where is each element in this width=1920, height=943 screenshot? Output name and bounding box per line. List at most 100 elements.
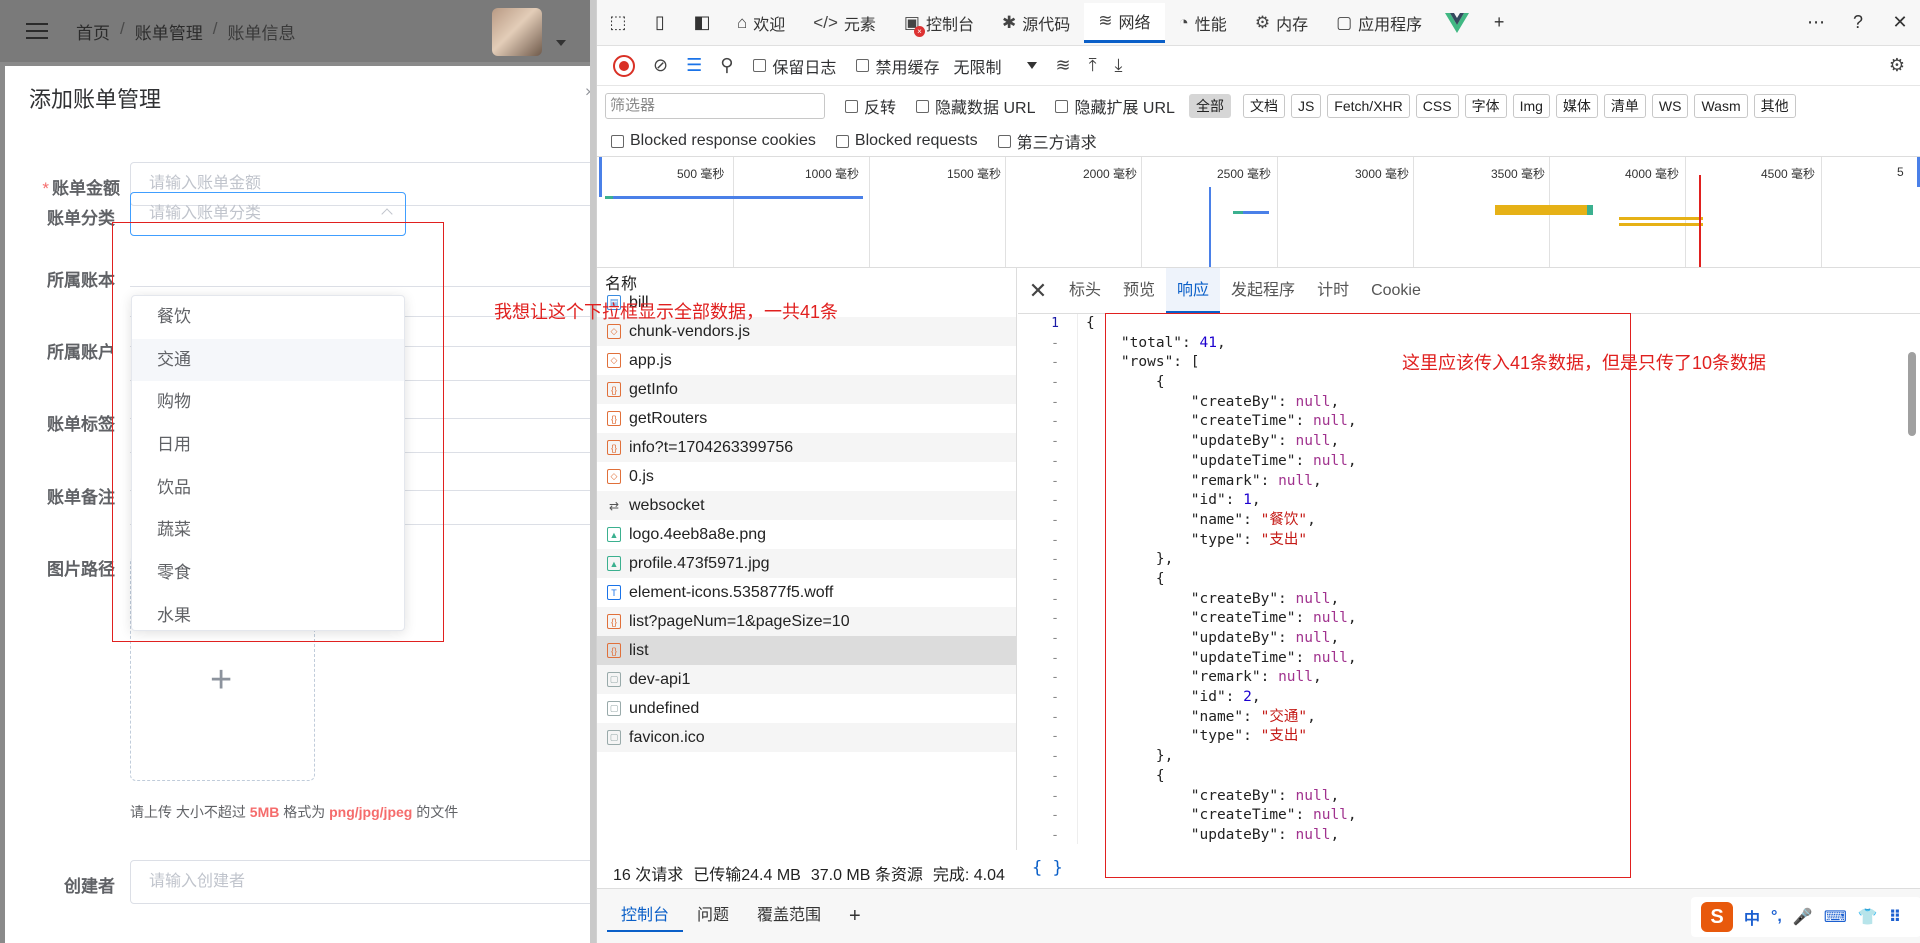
more-icon[interactable]: ⋯ — [1795, 3, 1837, 43]
breadcrumb-bill-mgmt[interactable]: 账单管理 — [135, 19, 203, 44]
preserve-log-checkbox[interactable]: 保留日志 — [753, 54, 836, 78]
tab-timing[interactable]: 计时 — [1306, 268, 1360, 314]
request-row[interactable]: ▲ profile.473f5971.jpg — [597, 549, 1016, 578]
request-row[interactable]: ▢ undefined — [597, 694, 1016, 723]
request-row[interactable]: {} list — [597, 636, 1016, 665]
request-name: undefined — [629, 699, 700, 717]
xhr-file-icon: {} — [607, 614, 621, 629]
request-row[interactable]: {} list?pageNum=1&pageSize=10 — [597, 607, 1016, 636]
type-filter-doc[interactable]: 文档 — [1242, 94, 1285, 118]
tab-welcome[interactable]: ⌂ 欢迎 — [723, 3, 799, 43]
network-conditions-icon[interactable]: ≋ — [1055, 55, 1070, 76]
tab-elements[interactable]: </> 元素 — [799, 3, 890, 43]
ime-lang[interactable]: 中 — [1744, 905, 1760, 929]
request-row[interactable]: ◇ 0.js — [597, 462, 1016, 491]
tab-performance[interactable]: ◔ 性能 — [1165, 3, 1241, 43]
request-row[interactable]: ◇ app.js — [597, 346, 1016, 375]
caret-down-icon[interactable] — [556, 40, 566, 46]
request-row[interactable]: ⇄ websocket — [597, 491, 1016, 520]
request-row[interactable]: ▢ favicon.ico — [597, 723, 1016, 752]
keyboard-icon[interactable]: ⌨ — [1824, 907, 1847, 927]
sidebar-icon[interactable]: ◧ — [681, 3, 723, 43]
type-filter-ws[interactable]: WS — [1651, 94, 1689, 118]
request-row[interactable]: ▢ dev-api1 — [597, 665, 1016, 694]
inspect-icon[interactable]: ⬚ — [597, 3, 639, 43]
avatar[interactable] — [492, 8, 542, 56]
request-name: chunk-vendors.js — [629, 322, 750, 340]
ime-toolbar[interactable]: S 中 °, 🎤 ⌨ 👕 ⠿ — [1691, 897, 1920, 937]
type-filter-xhr[interactable]: Fetch/XHR — [1327, 94, 1410, 118]
vue-icon[interactable] — [1436, 3, 1478, 43]
search-icon[interactable]: ⚲ — [720, 55, 733, 76]
type-filter-img[interactable]: Img — [1512, 94, 1550, 118]
drawer-tab-console[interactable]: 控制台 — [607, 900, 684, 932]
filter-icon[interactable]: ☰ — [686, 55, 702, 76]
timeline-label: 4000 毫秒 — [1625, 167, 1680, 181]
drawer-tab-coverage[interactable]: 覆盖范围 — [743, 900, 835, 932]
tab-sources[interactable]: ✱ 源代码 — [988, 3, 1084, 43]
plus-icon: + — [210, 659, 233, 701]
plain-file-icon: ▢ — [607, 672, 621, 687]
request-row[interactable]: Telement-icons.535877f5.woff — [597, 578, 1016, 607]
third-party-checkbox[interactable]: 第三方请求 — [997, 129, 1097, 153]
upload-icon[interactable]: ⤒ — [1089, 55, 1097, 76]
tab-initiator[interactable]: 发起程序 — [1220, 268, 1306, 314]
request-row[interactable]: {} getRouters — [597, 404, 1016, 433]
drawer-tab-issues[interactable]: 问题 — [683, 900, 743, 932]
help-icon[interactable]: ? — [1837, 3, 1879, 43]
ime-punct[interactable]: °, — [1771, 908, 1782, 926]
creator-input[interactable]: 请输入创建者 — [130, 860, 590, 904]
scrollbar[interactable] — [1907, 322, 1917, 842]
type-filter-manifest[interactable]: 清单 — [1603, 94, 1646, 118]
shirt-icon[interactable]: 👕 — [1858, 907, 1878, 927]
xhr-file-icon: {} — [607, 382, 621, 397]
hide-data-url-checkbox[interactable]: 隐藏数据 URL — [916, 94, 1035, 118]
download-icon[interactable]: ⤓ — [1115, 55, 1123, 76]
remark-label: 账单备注 — [47, 488, 115, 507]
hamburger-icon[interactable] — [26, 23, 48, 39]
type-filter-media[interactable]: 媒体 — [1555, 94, 1598, 118]
type-filter-font[interactable]: 字体 — [1464, 94, 1507, 118]
request-row[interactable]: {} info?t=1704263399756 — [597, 433, 1016, 462]
type-filter-other[interactable]: 其他 — [1753, 94, 1796, 118]
throttle-select[interactable]: 无限制 — [953, 54, 1038, 78]
pretty-print-button[interactable]: { } — [1032, 858, 1063, 878]
request-row[interactable]: {} getInfo — [597, 375, 1016, 404]
request-name: list — [629, 641, 649, 659]
tab-cookies[interactable]: Cookie — [1360, 268, 1432, 314]
clear-icon[interactable]: ⊘ — [653, 55, 668, 76]
record-icon[interactable] — [613, 54, 635, 77]
tab-response[interactable]: 响应 — [1166, 267, 1221, 314]
annotation-dropdown: 我想让这个下拉框显示全部数据，一共41条 — [494, 302, 839, 322]
add-tab-icon[interactable]: + — [1478, 3, 1520, 43]
tab-console[interactable]: ▣ × 控制台 — [890, 3, 988, 43]
breadcrumb-home[interactable]: 首页 — [76, 19, 110, 44]
img-file-icon: ▲ — [607, 556, 621, 571]
type-filter-css[interactable]: CSS — [1415, 94, 1459, 118]
close-detail-icon[interactable]: ✕ — [1018, 278, 1058, 304]
close-devtools-icon[interactable]: ✕ — [1879, 3, 1920, 43]
request-name: 0.js — [629, 467, 654, 485]
tab-application[interactable]: ▢ 应用程序 — [1322, 3, 1436, 43]
type-filter-wasm[interactable]: Wasm — [1694, 94, 1748, 118]
blocked-requests-checkbox[interactable]: Blocked requests — [835, 132, 978, 150]
tab-preview[interactable]: 预览 — [1112, 268, 1166, 314]
request-row[interactable]: ▲ logo.4eeb8a8e.png — [597, 520, 1016, 549]
settings-icon[interactable]: ⚙ — [1889, 55, 1905, 76]
tab-network[interactable]: ≋ 网络 — [1084, 2, 1165, 43]
filter-input[interactable]: 筛选器 — [605, 93, 825, 119]
tab-headers[interactable]: 标头 — [1058, 268, 1112, 314]
network-timeline[interactable]: 500 毫秒 1000 毫秒 1500 毫秒 2000 毫秒 2500 毫秒 3… — [597, 156, 1920, 268]
device-icon[interactable]: ▯ — [639, 3, 681, 43]
add-drawer-tab-icon[interactable]: + — [835, 900, 875, 932]
xhr-file-icon: {} — [607, 643, 621, 658]
type-filter-all[interactable]: 全部 — [1188, 94, 1231, 118]
tab-memory[interactable]: ⚙ 内存 — [1241, 3, 1322, 43]
blocked-cookies-checkbox[interactable]: Blocked response cookies — [611, 132, 816, 150]
mic-icon[interactable]: 🎤 — [1793, 907, 1813, 927]
disable-cache-checkbox[interactable]: 禁用缓存 — [856, 54, 939, 78]
grid-icon[interactable]: ⠿ — [1889, 907, 1902, 927]
hide-ext-url-checkbox[interactable]: 隐藏扩展 URL — [1055, 94, 1175, 118]
type-filter-js[interactable]: JS — [1290, 94, 1322, 118]
invert-checkbox[interactable]: 反转 — [845, 94, 896, 118]
